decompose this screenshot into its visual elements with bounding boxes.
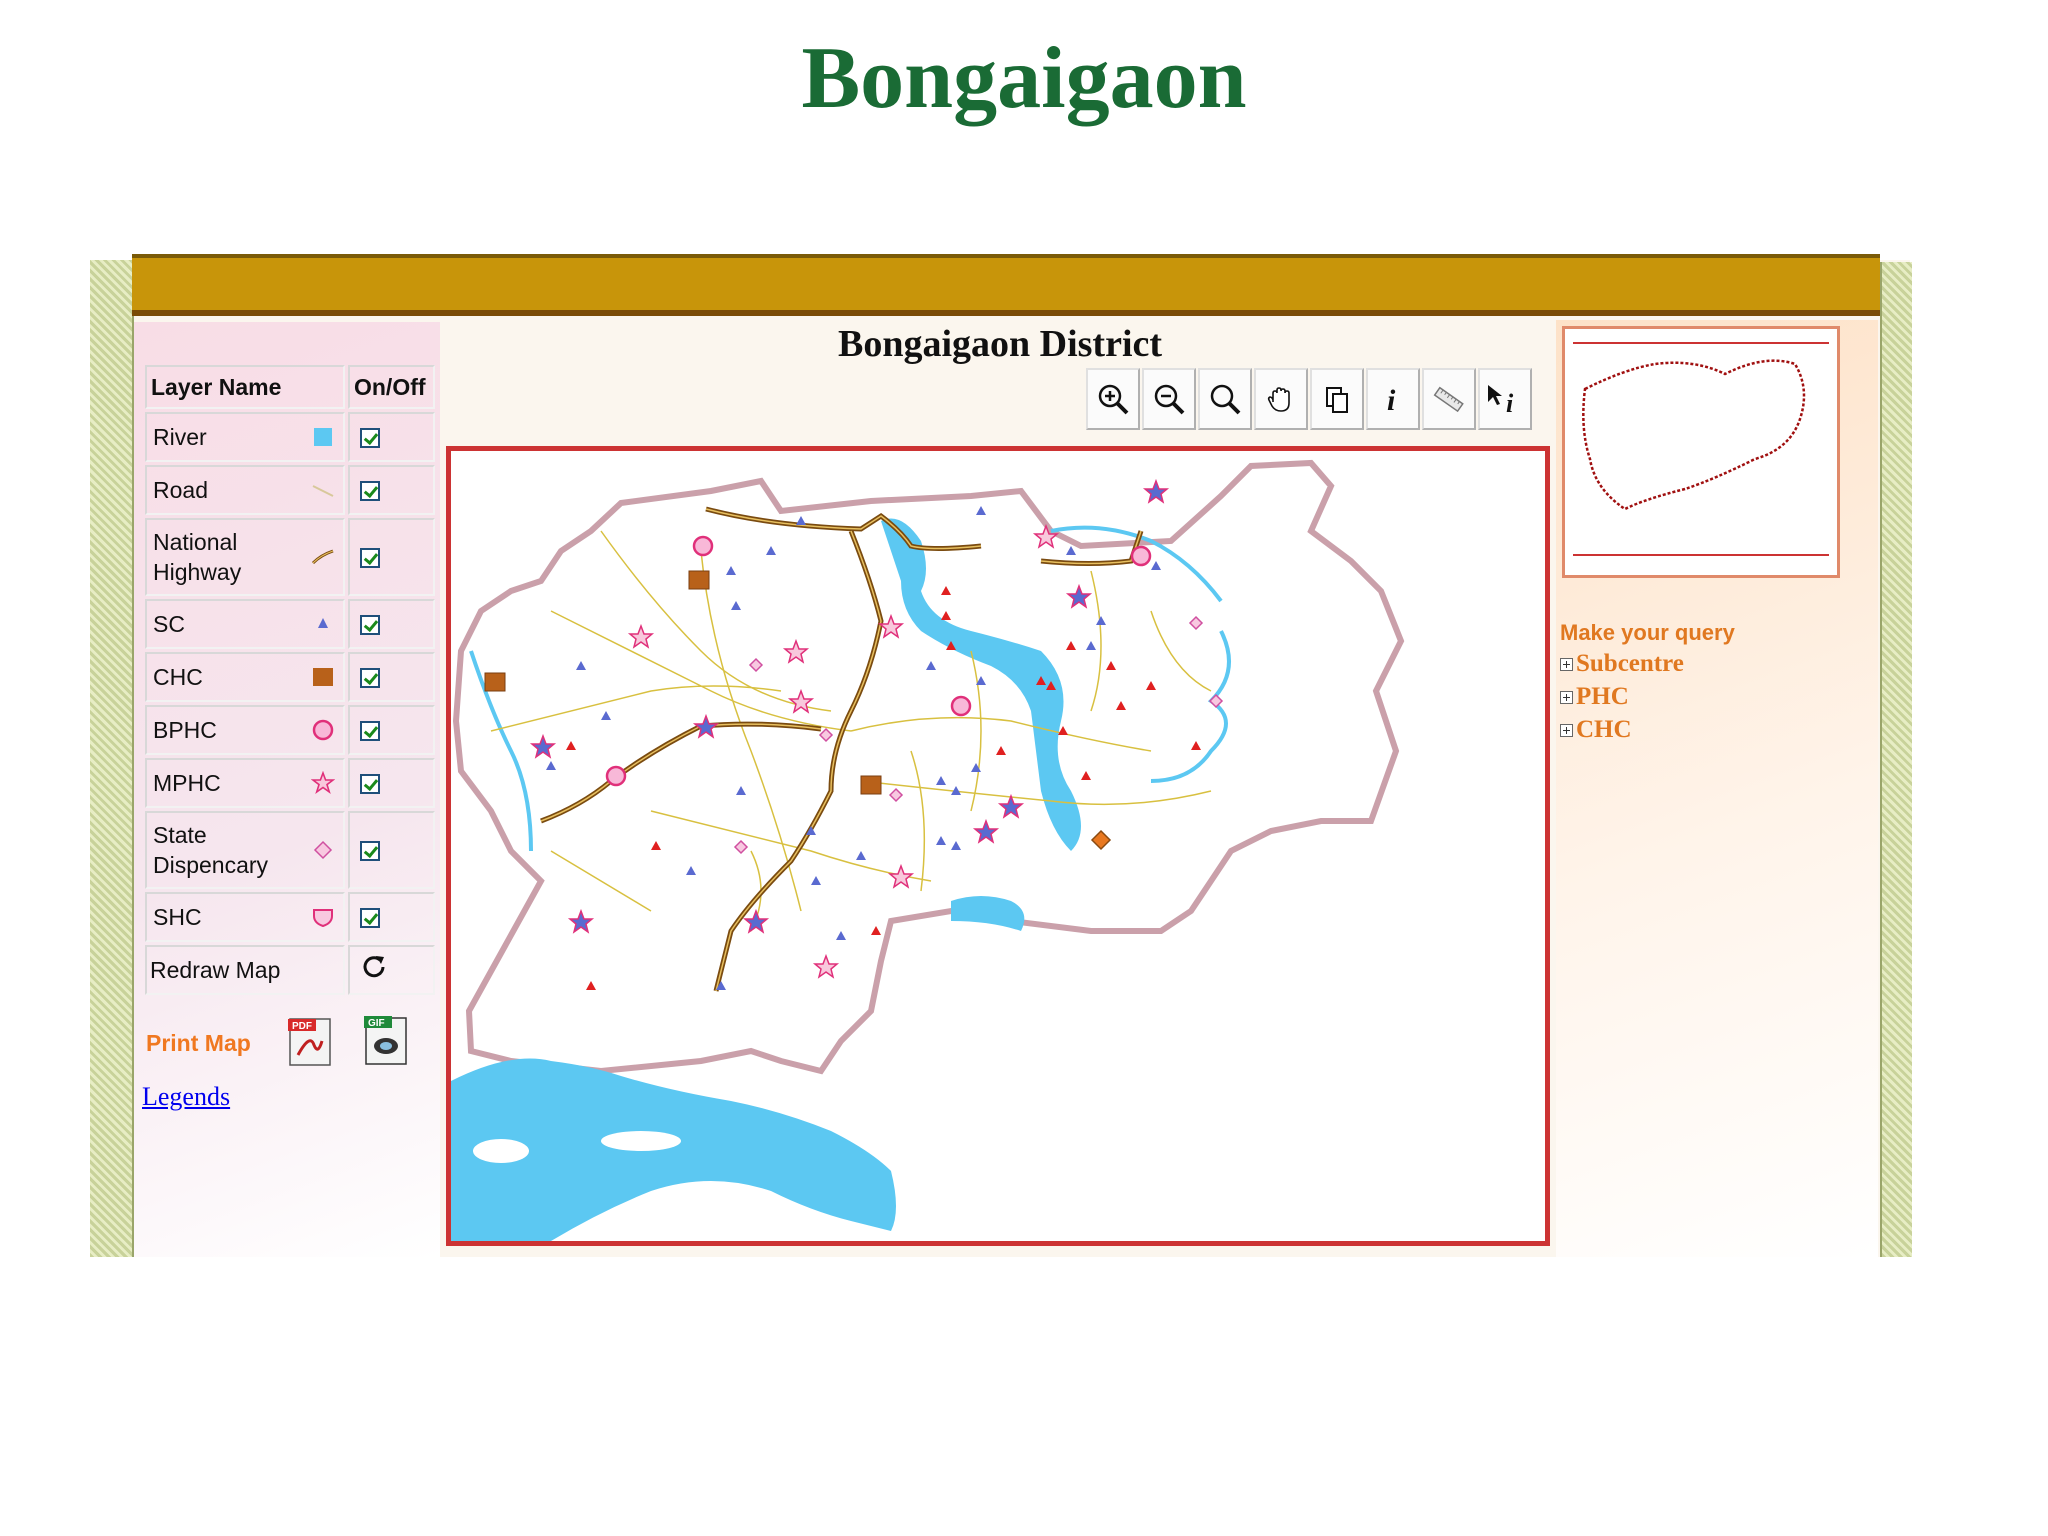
map-title: Bongaigaon District bbox=[837, 323, 1163, 365]
print-map-label: Print Map bbox=[146, 1030, 251, 1056]
layer-row-mphc: MPHC bbox=[145, 758, 435, 808]
layer-toggle-checkbox[interactable] bbox=[359, 481, 380, 502]
highway-line-icon bbox=[311, 549, 334, 565]
expand-plus-icon[interactable] bbox=[1560, 690, 1573, 704]
frame-right-border bbox=[1880, 262, 1912, 1257]
query-title: Make your query bbox=[1560, 620, 1735, 645]
layer-toggle-checkbox[interactable] bbox=[359, 668, 380, 689]
river-island bbox=[473, 1139, 529, 1163]
redraw-map-label: Redraw Map bbox=[150, 957, 281, 983]
measure-ruler-icon[interactable] bbox=[1422, 368, 1476, 430]
layer-table: Layer Name On/Off River Road National Hi… bbox=[142, 362, 438, 998]
pink-star-icon bbox=[310, 771, 335, 795]
road-line-icon bbox=[312, 485, 334, 497]
layer-toggle-checkbox[interactable] bbox=[359, 721, 380, 742]
expand-plus-icon[interactable] bbox=[1560, 657, 1573, 671]
pink-diamond-icon bbox=[313, 840, 333, 860]
river-swatch-icon bbox=[313, 428, 332, 446]
layer-label: Road bbox=[153, 477, 208, 503]
frame-left-border bbox=[90, 260, 134, 1257]
layer-toggle-checkbox[interactable] bbox=[359, 774, 380, 795]
district-boundary bbox=[452, 459, 1405, 1075]
overview-map[interactable] bbox=[1562, 326, 1840, 578]
layer-row-river: River bbox=[145, 412, 435, 462]
overview-outline bbox=[1573, 342, 1829, 556]
layer-label: BPHC bbox=[153, 717, 217, 743]
pdf-badge: PDF bbox=[292, 1021, 312, 1032]
expand-plus-icon[interactable] bbox=[1560, 723, 1573, 737]
layer-toggle-checkbox[interactable] bbox=[359, 841, 380, 862]
info-icon[interactable]: i bbox=[1366, 368, 1420, 430]
layer-label: MPHC bbox=[153, 770, 221, 796]
query-item-chc[interactable]: CHC bbox=[1560, 716, 1632, 744]
layer-label: CHC bbox=[153, 664, 203, 690]
gif-badge: GIF bbox=[368, 1018, 385, 1029]
query-item-label[interactable]: PHC bbox=[1576, 683, 1629, 711]
layer-label: State Dispencary bbox=[153, 822, 269, 878]
select-info-icon[interactable]: i bbox=[1478, 368, 1532, 430]
layer-toggle-checkbox[interactable] bbox=[359, 548, 380, 569]
brown-square-icon bbox=[312, 668, 333, 686]
query-item-subcentre[interactable]: Subcentre bbox=[1560, 650, 1684, 678]
pink-shield-icon bbox=[312, 909, 333, 928]
zoom-out-icon[interactable] bbox=[1142, 368, 1196, 430]
layer-row-bphc: BPHC bbox=[145, 705, 435, 755]
triangle-icon bbox=[317, 618, 328, 628]
layer-row-road: Road bbox=[145, 465, 435, 515]
redraw-row: Redraw Map bbox=[145, 945, 435, 995]
redraw-icon[interactable] bbox=[360, 953, 388, 981]
layer-toggle-checkbox[interactable] bbox=[359, 428, 380, 449]
layer-label: River bbox=[153, 424, 207, 450]
copy-icon[interactable] bbox=[1310, 368, 1364, 430]
layer-row-state-dispencary: State Dispencary bbox=[145, 811, 435, 889]
map-canvas[interactable] bbox=[446, 446, 1550, 1246]
on-off-header: On/Off bbox=[347, 365, 435, 409]
zoom-in-icon[interactable] bbox=[1086, 368, 1140, 430]
legends-link[interactable]: Legends bbox=[142, 1082, 230, 1112]
slide-title: Bongaigaon bbox=[801, 30, 1247, 127]
query-item-phc[interactable]: PHC bbox=[1560, 683, 1629, 711]
layer-name-header: Layer Name bbox=[145, 365, 345, 409]
header-bar bbox=[132, 254, 1880, 316]
layer-toggle-checkbox[interactable] bbox=[359, 908, 380, 929]
layer-label: SHC bbox=[153, 904, 202, 930]
svg-text:i: i bbox=[1506, 389, 1514, 416]
layer-label: National Highway bbox=[153, 529, 242, 585]
pan-hand-icon[interactable] bbox=[1254, 368, 1308, 430]
layer-row-sc: SC bbox=[145, 599, 435, 649]
layer-row-chc: CHC bbox=[145, 652, 435, 702]
layer-row-national-highway: National Highway bbox=[145, 518, 435, 596]
pink-circle-icon bbox=[312, 719, 334, 741]
district-map[interactable] bbox=[451, 451, 1545, 1241]
zoom-full-icon[interactable] bbox=[1198, 368, 1252, 430]
layer-row-shc: SHC bbox=[145, 892, 435, 942]
svg-text:i: i bbox=[1387, 384, 1396, 416]
layer-label: SC bbox=[153, 611, 185, 637]
query-item-label[interactable]: Subcentre bbox=[1576, 650, 1684, 678]
query-item-label[interactable]: CHC bbox=[1576, 716, 1632, 744]
river-island bbox=[601, 1131, 681, 1151]
map-toolbar: i i bbox=[1086, 368, 1532, 430]
gif-export-icon[interactable]: GIF bbox=[360, 1012, 412, 1068]
pdf-export-icon[interactable]: PDF bbox=[284, 1015, 336, 1067]
layer-toggle-checkbox[interactable] bbox=[359, 615, 380, 636]
